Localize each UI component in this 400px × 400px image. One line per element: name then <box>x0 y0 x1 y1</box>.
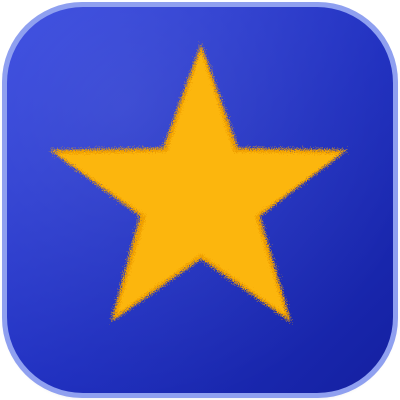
app-icon[interactable] <box>0 0 400 400</box>
app-icon-graphic <box>2 2 398 398</box>
app-icon-canvas <box>0 0 400 400</box>
